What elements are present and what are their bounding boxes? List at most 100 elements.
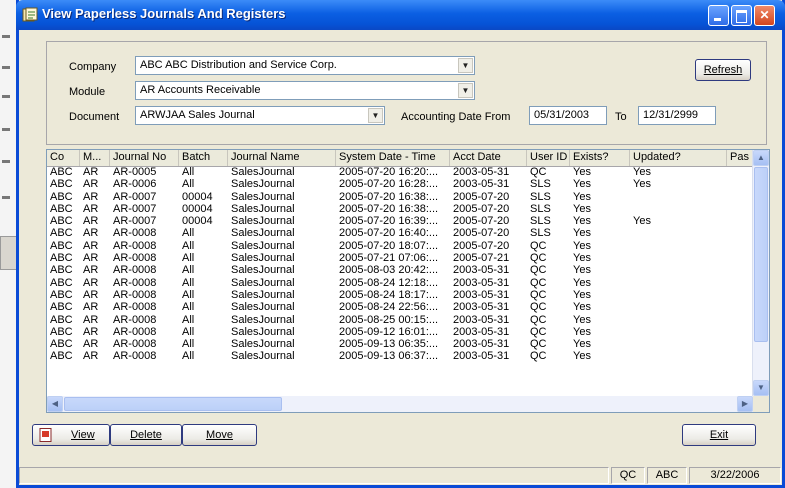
table-cell: All — [182, 313, 195, 326]
table-cell: 2003-05-31 — [453, 325, 510, 338]
table-cell: Yes — [573, 202, 591, 215]
column-header[interactable]: Exists? — [570, 150, 630, 166]
table-cell: QC — [530, 166, 547, 178]
table-row[interactable]: ABC AR AR-0008 All SalesJournal 2005-08-24 12… — [47, 277, 753, 289]
table-row[interactable]: ABC AR AR-0006 All SalesJournal 2005-07-20 16… — [47, 178, 753, 190]
maximize-button[interactable] — [731, 5, 752, 26]
view-button[interactable]: View — [32, 424, 110, 446]
column-header[interactable]: System Date - Time — [336, 150, 450, 166]
table-cell: 2003-05-31 — [453, 178, 510, 191]
move-button[interactable]: Move — [182, 424, 257, 446]
table-cell: QC — [530, 252, 547, 265]
table-cell — [630, 301, 730, 313]
table-cell — [630, 277, 730, 289]
column-header[interactable]: Journal Name — [228, 150, 336, 166]
document-select[interactable]: ARWJAA Sales Journal ▼ — [135, 106, 385, 125]
table-cell: ABC — [50, 325, 73, 338]
scroll-up-icon[interactable]: ▲ — [753, 150, 769, 166]
vertical-scrollbar[interactable]: ▲ ▼ — [752, 150, 769, 396]
table-row[interactable]: ABC AR AR-0008 All SalesJournal 2005-09-13 06… — [47, 338, 753, 350]
chevron-down-icon[interactable]: ▼ — [458, 83, 473, 98]
table-cell: 2005-07-20 16:20:... — [339, 166, 439, 178]
table-cell: SLS — [530, 178, 551, 191]
table-cell — [630, 191, 730, 203]
delete-button[interactable]: Delete — [110, 424, 182, 446]
scroll-left-icon[interactable]: ◀ — [47, 396, 63, 412]
column-header[interactable]: Pas — [727, 150, 753, 166]
table-row[interactable]: ABC AR AR-0008 All SalesJournal 2005-08-25 00… — [47, 314, 753, 326]
table-cell: ABC — [50, 252, 73, 265]
date-to-input[interactable]: 12/31/2999 — [638, 106, 716, 125]
close-button[interactable]: ✕ — [754, 5, 775, 26]
table-row[interactable]: ABC AR AR-0008 All SalesJournal 2005-07-20 16… — [47, 227, 753, 239]
column-header[interactable]: Journal No — [110, 150, 179, 166]
table-cell: SalesJournal — [231, 350, 295, 363]
refresh-button[interactable]: Refresh — [695, 59, 751, 81]
table-cell: ABC — [50, 190, 73, 203]
table-cell: ABC — [50, 288, 73, 301]
horizontal-scroll-thumb[interactable] — [64, 397, 282, 411]
table-cell — [630, 289, 730, 301]
table-row[interactable]: ABC AR AR-0008 All SalesJournal 2005-09-12 16… — [47, 326, 753, 338]
table-row[interactable]: ABC AR AR-0008 All SalesJournal 2005-07-20 18… — [47, 240, 753, 252]
column-header[interactable]: Co — [47, 150, 80, 166]
exit-button[interactable]: Exit — [682, 424, 756, 446]
table-cell: All — [182, 288, 195, 301]
table-cell: AR — [83, 190, 99, 203]
table-row[interactable]: ABC AR AR-0008 All SalesJournal 2005-09-13 06… — [47, 350, 753, 362]
table-row[interactable]: ABC AR AR-0005 All SalesJournal 2005-07-20 16… — [47, 166, 753, 178]
table-cell: SalesJournal — [231, 178, 295, 191]
table-cell: AR — [83, 301, 99, 314]
table-cell: AR-0008 — [113, 338, 157, 351]
table-row[interactable]: ABC AR AR-0008 All SalesJournal 2005-08-24 18… — [47, 289, 753, 301]
table-cell: SalesJournal — [231, 313, 295, 326]
table-cell: AR — [83, 178, 99, 191]
table-cell: 2005-08-24 22:56:... — [339, 301, 439, 314]
title-bar[interactable]: View Paperless Journals And Registers ✕ — [16, 0, 785, 30]
table-cell: AR — [83, 288, 99, 301]
column-header[interactable]: Updated? — [630, 150, 727, 166]
scroll-right-icon[interactable]: ▶ — [737, 396, 753, 412]
table-cell — [630, 338, 730, 350]
table-cell: 00004 — [182, 190, 213, 203]
table-cell: Yes — [573, 239, 591, 252]
column-header[interactable]: Batch — [179, 150, 228, 166]
close-icon: ✕ — [759, 8, 770, 22]
date-from-input[interactable]: 05/31/2003 — [529, 106, 607, 125]
table-cell: SalesJournal — [231, 288, 295, 301]
company-select[interactable]: ABC ABC Distribution and Service Corp. ▼ — [135, 56, 475, 75]
table-row[interactable]: ABC AR AR-0008 All SalesJournal 2005-07-21 07… — [47, 252, 753, 264]
table-cell: Yes — [573, 215, 591, 228]
table-cell — [630, 350, 730, 362]
horizontal-scrollbar[interactable]: ◀ ▶ — [47, 396, 753, 412]
table-cell: 2003-05-31 — [453, 350, 510, 363]
table-cell: ABC — [50, 264, 73, 277]
column-header[interactable]: Acct Date — [450, 150, 527, 166]
table-row[interactable]: ABC AR AR-0007 00004 SalesJournal 2005-07-20 … — [47, 215, 753, 227]
chevron-down-icon[interactable]: ▼ — [368, 108, 383, 123]
table-row[interactable]: ABC AR AR-0007 00004 SalesJournal 2005-07-20 … — [47, 203, 753, 215]
journals-grid[interactable]: Co M... Journal No Batch Journal Name System … — [46, 149, 770, 413]
table-cell: 2003-05-31 — [453, 276, 510, 289]
table-row[interactable]: ABC AR AR-0008 All SalesJournal 2005-08-24 22… — [47, 301, 753, 313]
column-header[interactable]: User ID — [527, 150, 570, 166]
module-select[interactable]: AR Accounts Receivable ▼ — [135, 81, 475, 100]
status-company: ABC — [647, 467, 687, 484]
table-cell: 2005-07-20 — [453, 239, 510, 252]
journals-window: View Paperless Journals And Registers ✕ … — [16, 0, 785, 488]
table-cell: QC — [530, 276, 547, 289]
table-cell: 2005-07-20 16:38:... — [339, 202, 439, 215]
scroll-down-icon[interactable]: ▼ — [753, 380, 769, 396]
chevron-down-icon[interactable]: ▼ — [458, 58, 473, 73]
table-row[interactable]: ABC AR AR-0008 All SalesJournal 2005-08-03 20… — [47, 264, 753, 276]
document-label: Document — [69, 111, 120, 123]
column-header[interactable]: M... — [80, 150, 110, 166]
table-cell: AR — [83, 227, 99, 240]
table-cell: AR-0007 — [113, 202, 157, 215]
table-row[interactable]: ABC AR AR-0007 00004 SalesJournal 2005-07-20 … — [47, 191, 753, 203]
maximize-icon — [732, 6, 751, 25]
table-cell: AR-0008 — [113, 288, 157, 301]
journal-icon — [22, 7, 38, 22]
vertical-scroll-thumb[interactable] — [754, 167, 768, 342]
minimize-button[interactable] — [708, 5, 729, 26]
